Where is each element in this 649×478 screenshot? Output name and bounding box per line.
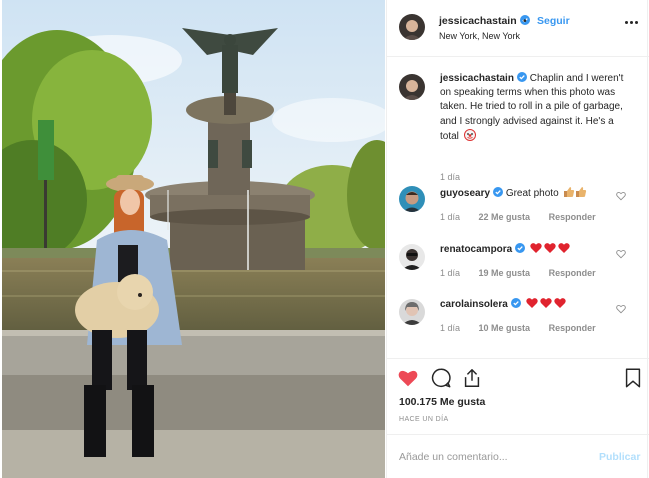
comment-username[interactable]: carolainsolera: [440, 299, 508, 310]
like-comment-heart-icon[interactable]: [616, 191, 626, 201]
commenter-avatar[interactable]: [399, 186, 425, 212]
photo-illustration: [2, 0, 385, 478]
more-options-icon[interactable]: [625, 19, 639, 25]
caption-avatar[interactable]: [399, 74, 425, 100]
author-username-text[interactable]: jessicachastain: [439, 15, 517, 27]
caption-text: jessicachastain Chaplin and I weren't on…: [440, 72, 626, 144]
comment-age[interactable]: 1 día: [440, 212, 460, 222]
post-details-panel: jessicachastain • Seguir New York, New Y…: [386, 0, 649, 478]
verified-badge-icon: [510, 298, 521, 308]
author-avatar[interactable]: [399, 14, 425, 40]
comment-body: Great photo: [505, 188, 559, 199]
comment-likes[interactable]: 22 Me gusta: [479, 212, 531, 222]
like-comment-heart-icon[interactable]: [616, 249, 626, 259]
comment-bubble-icon[interactable]: [430, 367, 452, 389]
likes-count[interactable]: 100.175 Me gusta: [399, 396, 485, 408]
red-heart-icon: [525, 298, 566, 308]
reply-button[interactable]: Responder: [549, 323, 596, 333]
comments-list[interactable]: jessicachastain Chaplin and I weren't on…: [387, 58, 649, 358]
author-username[interactable]: jessicachastain: [439, 15, 530, 27]
header-separator: •: [523, 15, 527, 27]
reply-button[interactable]: Responder: [549, 268, 596, 278]
commenter-avatar[interactable]: [399, 244, 425, 270]
post-actions: 100.175 Me gusta HACE UN DÍA: [387, 358, 649, 435]
heart-filled-icon[interactable]: [397, 367, 419, 389]
caption-username[interactable]: jessicachastain: [440, 73, 514, 84]
verified-badge-icon: [515, 243, 526, 253]
comment-input[interactable]: [399, 448, 589, 466]
publish-button[interactable]: Publicar: [599, 451, 640, 463]
comment-text: guyoseary Great photo: [440, 186, 626, 201]
bookmark-icon[interactable]: [622, 367, 644, 389]
comment-age[interactable]: 1 día: [440, 323, 460, 333]
share-icon[interactable]: [461, 367, 483, 389]
caption-meta: 1 día: [440, 172, 476, 182]
post-time[interactable]: HACE UN DÍA: [399, 416, 449, 423]
thumbs-up-icon: [564, 187, 587, 197]
verified-badge-icon: [493, 187, 504, 197]
clown-face-icon: [463, 128, 476, 141]
post-header: jessicachastain • Seguir New York, New Y…: [387, 0, 649, 57]
comment-username[interactable]: renatocampora: [440, 244, 512, 255]
caption-age[interactable]: 1 día: [440, 172, 460, 182]
comment-likes[interactable]: 19 Me gusta: [479, 268, 531, 278]
add-comment-bar: Publicar: [387, 436, 649, 478]
comment-meta: 1 día 22 Me gusta Responder: [440, 212, 612, 222]
post-photo[interactable]: [2, 0, 385, 478]
commenter-avatar[interactable]: [399, 299, 425, 325]
comment-meta: 1 día 19 Me gusta Responder: [440, 268, 612, 278]
reply-button[interactable]: Responder: [549, 212, 596, 222]
comment-text: renatocampora: [440, 242, 626, 257]
verified-badge-icon: [516, 72, 527, 82]
comment-age[interactable]: 1 día: [440, 268, 460, 278]
comment-meta: 1 día 10 Me gusta Responder: [440, 323, 612, 333]
comment-likes[interactable]: 10 Me gusta: [479, 323, 531, 333]
post-location[interactable]: New York, New York: [439, 31, 520, 41]
comment-username[interactable]: guyoseary: [440, 188, 490, 199]
like-comment-heart-icon[interactable]: [616, 304, 626, 314]
comment-text: carolainsolera: [440, 297, 626, 312]
red-heart-icon: [530, 243, 570, 253]
follow-button[interactable]: Seguir: [537, 15, 570, 27]
